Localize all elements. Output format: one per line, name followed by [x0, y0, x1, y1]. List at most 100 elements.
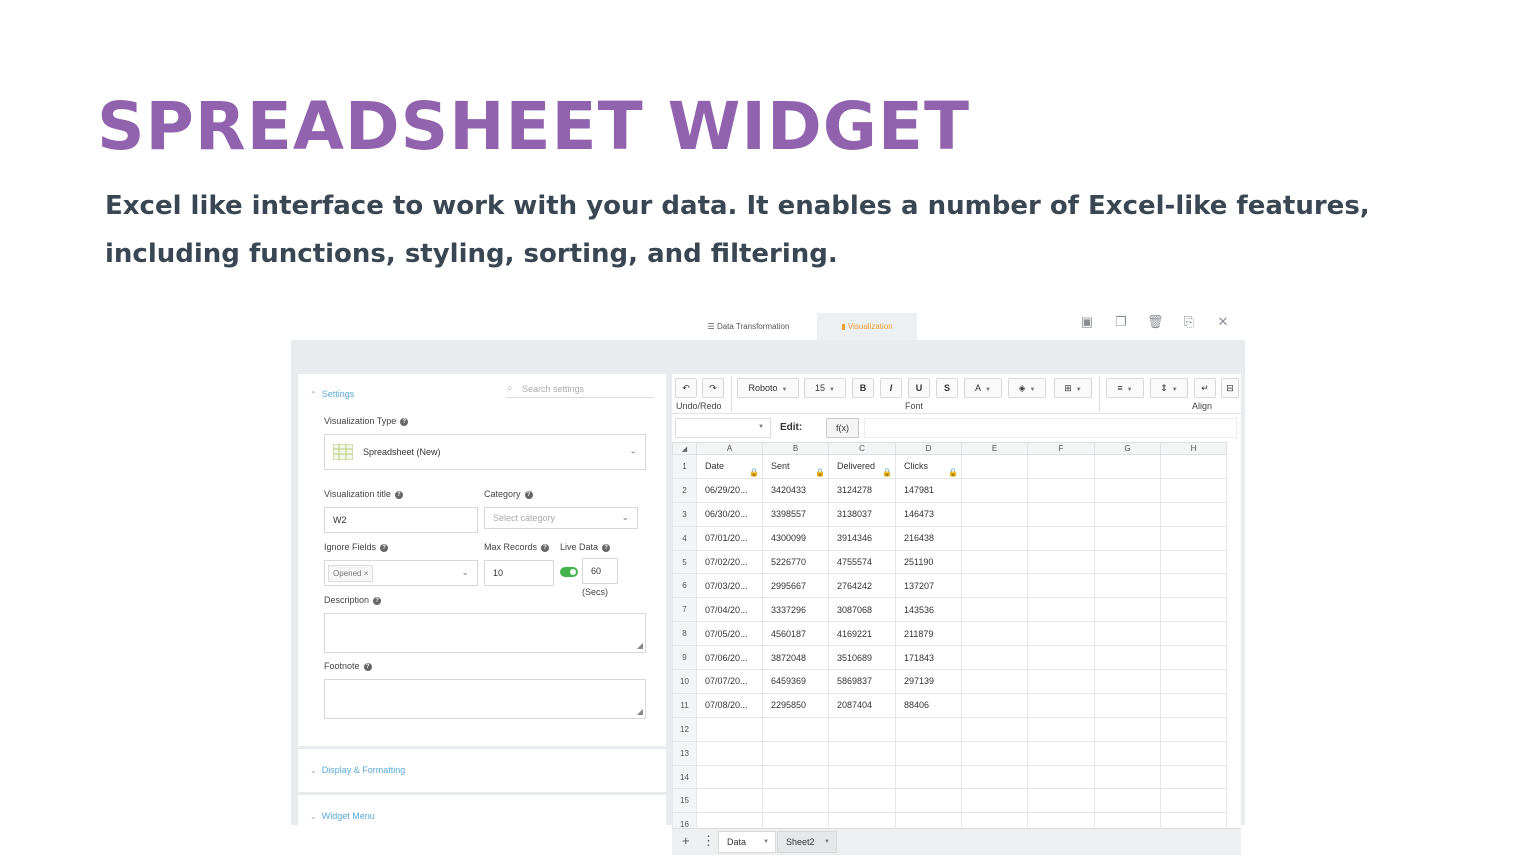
grid-cell[interactable]	[1094, 573, 1161, 599]
column-header-d[interactable]: D	[895, 442, 962, 455]
footnote-textarea[interactable]: ◢	[324, 679, 646, 719]
grid-cell[interactable]	[696, 788, 763, 814]
grid-cell[interactable]: 07/02/20...	[696, 549, 763, 575]
grid-cell[interactable]: Date 🔒	[696, 454, 763, 479]
row-header[interactable]: 12	[672, 716, 697, 742]
grid-cell[interactable]	[1094, 812, 1161, 828]
tab-data-transformation[interactable]: ☰ Data Transformation	[691, 313, 806, 340]
grid-cell[interactable]	[961, 549, 1028, 575]
grid-cell[interactable]	[961, 645, 1028, 671]
vertical-align-button[interactable]: ⇕ ▼	[1150, 378, 1188, 398]
grid-cell[interactable]: 146473	[895, 501, 962, 527]
row-header[interactable]: 6	[672, 573, 697, 599]
font-size-select[interactable]: 15 ▼	[804, 378, 846, 398]
live-data-input[interactable]: 60	[582, 558, 618, 584]
widget-menu-section[interactable]: ⌄ Widget Menu	[298, 795, 666, 838]
column-header-g[interactable]: G	[1094, 442, 1161, 455]
grid-cell[interactable]	[1027, 669, 1095, 694]
formula-input[interactable]	[864, 418, 1237, 438]
trash-icon[interactable]: 🗑	[1147, 314, 1164, 330]
grid-cell[interactable]	[1027, 597, 1095, 623]
grid-cell[interactable]: 3420433	[762, 477, 829, 503]
grid-cell[interactable]	[1094, 501, 1161, 527]
grid-cell[interactable]: Sent 🔒	[762, 454, 829, 479]
grid-cell[interactable]: 3510689	[828, 645, 896, 671]
grid-cell[interactable]	[1160, 477, 1227, 503]
display-formatting-section[interactable]: ⌄ Display & Formatting	[298, 749, 666, 792]
grid-cell[interactable]	[1160, 812, 1227, 828]
row-header[interactable]: 14	[672, 764, 697, 790]
row-header[interactable]: 10	[672, 669, 697, 694]
grid-cell[interactable]	[895, 740, 962, 766]
grid-cell[interactable]	[961, 621, 1028, 647]
grid-cell[interactable]	[1160, 501, 1227, 527]
grid-cell[interactable]: 3872048	[762, 645, 829, 671]
grid-cell[interactable]	[1027, 740, 1095, 766]
grid-cell[interactable]	[828, 764, 896, 790]
grid-cell[interactable]	[1027, 692, 1095, 718]
grid-cell[interactable]: 2995667	[762, 573, 829, 599]
settings-header[interactable]: ⌃ Settings	[310, 389, 354, 399]
row-header[interactable]: 16	[672, 812, 697, 828]
grid-cell[interactable]	[1027, 477, 1095, 503]
grid-cell[interactable]: 171843	[895, 645, 962, 671]
grid-cell[interactable]	[1160, 669, 1227, 694]
grid-cell[interactable]	[1094, 692, 1161, 718]
grid-cell[interactable]	[696, 764, 763, 790]
function-button[interactable]: f(x)	[826, 418, 859, 438]
row-header[interactable]: 5	[672, 549, 697, 575]
row-header[interactable]: 8	[672, 621, 697, 647]
column-header-b[interactable]: B	[762, 442, 829, 455]
grid-cell[interactable]: 137207	[895, 573, 962, 599]
add-sheet-icon[interactable]: +	[682, 833, 690, 848]
grid-cell[interactable]: 2764242	[828, 573, 896, 599]
grid-cell[interactable]	[961, 788, 1028, 814]
ignore-fields-select[interactable]: Opened × ⌄	[324, 560, 478, 586]
grid-cell[interactable]	[1094, 716, 1161, 742]
grid-cell[interactable]	[895, 716, 962, 742]
grid-cell[interactable]	[1160, 692, 1227, 718]
grid-cell[interactable]	[961, 454, 1028, 479]
fill-color-button[interactable]: ◈ ▼	[1008, 378, 1046, 398]
grid-cell[interactable]	[1094, 740, 1161, 766]
column-header-e[interactable]: E	[961, 442, 1028, 455]
grid-cell[interactable]	[895, 764, 962, 790]
undo-button[interactable]: ↶	[675, 378, 697, 398]
row-header[interactable]: 11	[672, 692, 697, 718]
help-icon[interactable]: ?	[541, 544, 550, 552]
grid-cell[interactable]	[895, 812, 962, 828]
sheet-tab-sheet2[interactable]: Sheet2 ▼	[777, 831, 837, 853]
grid-cell[interactable]	[1160, 764, 1227, 790]
grid-cell[interactable]: 251190	[895, 549, 962, 575]
text-color-button[interactable]: A ▼	[964, 378, 1002, 398]
search-settings-input[interactable]: ⌕ Search settings	[506, 380, 654, 398]
borders-button[interactable]: ⊞ ▼	[1054, 378, 1092, 398]
resize-handle-icon[interactable]: ◢	[637, 641, 643, 650]
help-icon[interactable]: ?	[380, 544, 389, 552]
grid-cell[interactable]	[762, 788, 829, 814]
save-icon[interactable]: ▣	[1079, 314, 1095, 330]
strikethrough-button[interactable]: S	[936, 378, 958, 398]
grid-cell[interactable]	[828, 812, 896, 828]
grid-cell[interactable]: 4755574	[828, 549, 896, 575]
column-header-f[interactable]: F	[1027, 442, 1095, 455]
grid-cell[interactable]	[1027, 501, 1095, 527]
grid-cell[interactable]: 5869837	[828, 669, 896, 694]
grid-cell[interactable]: 297139	[895, 669, 962, 694]
grid-cell[interactable]	[961, 740, 1028, 766]
grid-cell[interactable]	[1160, 645, 1227, 671]
grid-cell[interactable]: 216438	[895, 525, 962, 551]
grid-cell[interactable]: Delivered 🔒	[828, 454, 896, 479]
copy-icon[interactable]: ❐	[1113, 314, 1129, 330]
tab-visualization[interactable]: ▮ Visualization	[817, 313, 917, 340]
grid-cell[interactable]	[1027, 645, 1095, 671]
grid-cell[interactable]	[1027, 573, 1095, 599]
grid-cell[interactable]	[1027, 812, 1095, 828]
horizontal-align-button[interactable]: ≡ ▼	[1106, 378, 1144, 398]
grid-cell[interactable]	[1094, 477, 1161, 503]
grid-cell[interactable]	[828, 788, 896, 814]
grid-cell[interactable]: 3087068	[828, 597, 896, 623]
underline-button[interactable]: U	[908, 378, 930, 398]
grid-cell[interactable]	[696, 740, 763, 766]
grid-cell[interactable]	[961, 764, 1028, 790]
